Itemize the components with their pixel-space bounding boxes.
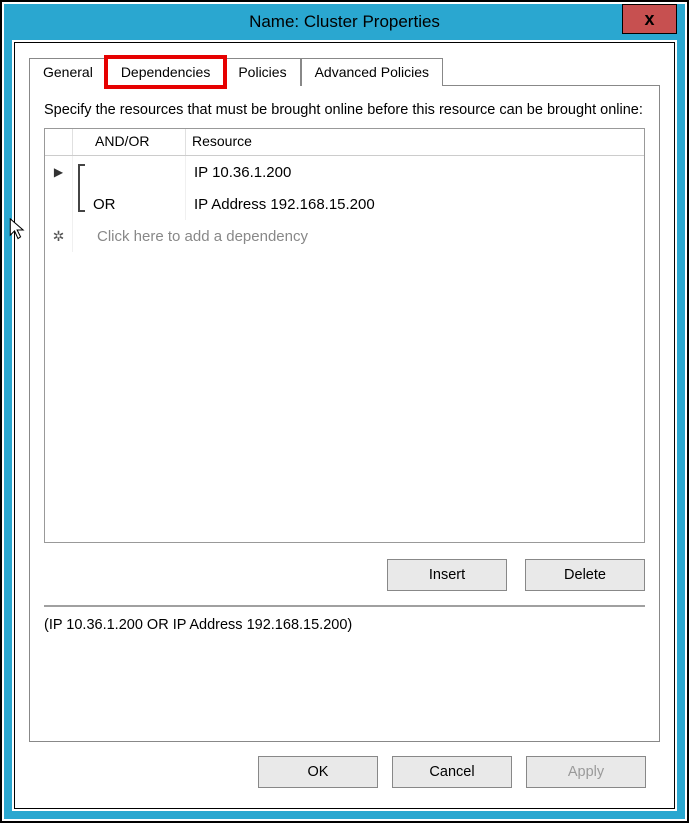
cell-resource[interactable]: IP 10.36.1.200 <box>186 156 644 188</box>
properties-dialog: Name: Cluster Properties x General Depen… <box>4 4 685 819</box>
grid-header-resource[interactable]: Resource <box>186 129 644 155</box>
dependency-expression: (IP 10.36.1.200 OR IP Address 192.168.15… <box>44 617 645 633</box>
grid-header-andor[interactable]: AND/OR <box>89 129 186 155</box>
group-bracket-icon <box>73 156 89 188</box>
grid-actions: Insert Delete <box>44 559 645 591</box>
row-marker <box>45 188 73 220</box>
group-bracket-spacer <box>73 220 89 252</box>
grid-header: AND/OR Resource <box>45 129 644 156</box>
grid-header-marker <box>45 129 73 155</box>
content-area: General Dependencies Policies Advanced P… <box>14 42 675 809</box>
row-marker: ▶ <box>45 156 73 188</box>
tab-dependencies[interactable]: Dependencies <box>107 58 225 86</box>
new-row-icon: ✲ <box>53 228 65 245</box>
window-title: Name: Cluster Properties <box>12 12 677 32</box>
tab-advanced-policies[interactable]: Advanced Policies <box>301 58 443 86</box>
insert-button[interactable]: Insert <box>387 559 507 591</box>
apply-button[interactable]: Apply <box>526 756 646 788</box>
tab-panel-dependencies: Specify the resources that must be broug… <box>29 85 660 742</box>
grid-header-bracket <box>73 129 89 155</box>
titlebar[interactable]: Name: Cluster Properties x <box>12 4 677 40</box>
ok-button[interactable]: OK <box>258 756 378 788</box>
grid-empty-area <box>45 252 644 542</box>
dialog-actions: OK Cancel Apply <box>29 742 660 794</box>
current-row-icon: ▶ <box>54 165 63 179</box>
grid-new-row[interactable]: ✲ Click here to add a dependency <box>45 220 644 252</box>
group-bracket-icon <box>73 188 89 220</box>
cancel-button[interactable]: Cancel <box>392 756 512 788</box>
row-marker: ✲ <box>45 220 73 252</box>
tab-strip: General Dependencies Policies Advanced P… <box>29 57 660 85</box>
grid-row[interactable]: OR IP Address 192.168.15.200 <box>45 188 644 220</box>
instruction-text: Specify the resources that must be broug… <box>44 100 645 120</box>
cell-andor[interactable]: OR <box>89 188 186 220</box>
cell-resource[interactable]: IP Address 192.168.15.200 <box>186 188 644 220</box>
dependencies-grid[interactable]: AND/OR Resource ▶ IP 10.36.1.200 OR IP A… <box>44 128 645 543</box>
close-button[interactable]: x <box>622 4 677 34</box>
cell-andor[interactable] <box>89 156 186 188</box>
tab-policies[interactable]: Policies <box>224 58 300 86</box>
close-icon: x <box>644 9 654 30</box>
divider <box>44 605 645 607</box>
tab-general[interactable]: General <box>29 58 107 86</box>
cell-placeholder[interactable]: Click here to add a dependency <box>89 220 644 252</box>
delete-button[interactable]: Delete <box>525 559 645 591</box>
grid-row[interactable]: ▶ IP 10.36.1.200 <box>45 156 644 188</box>
